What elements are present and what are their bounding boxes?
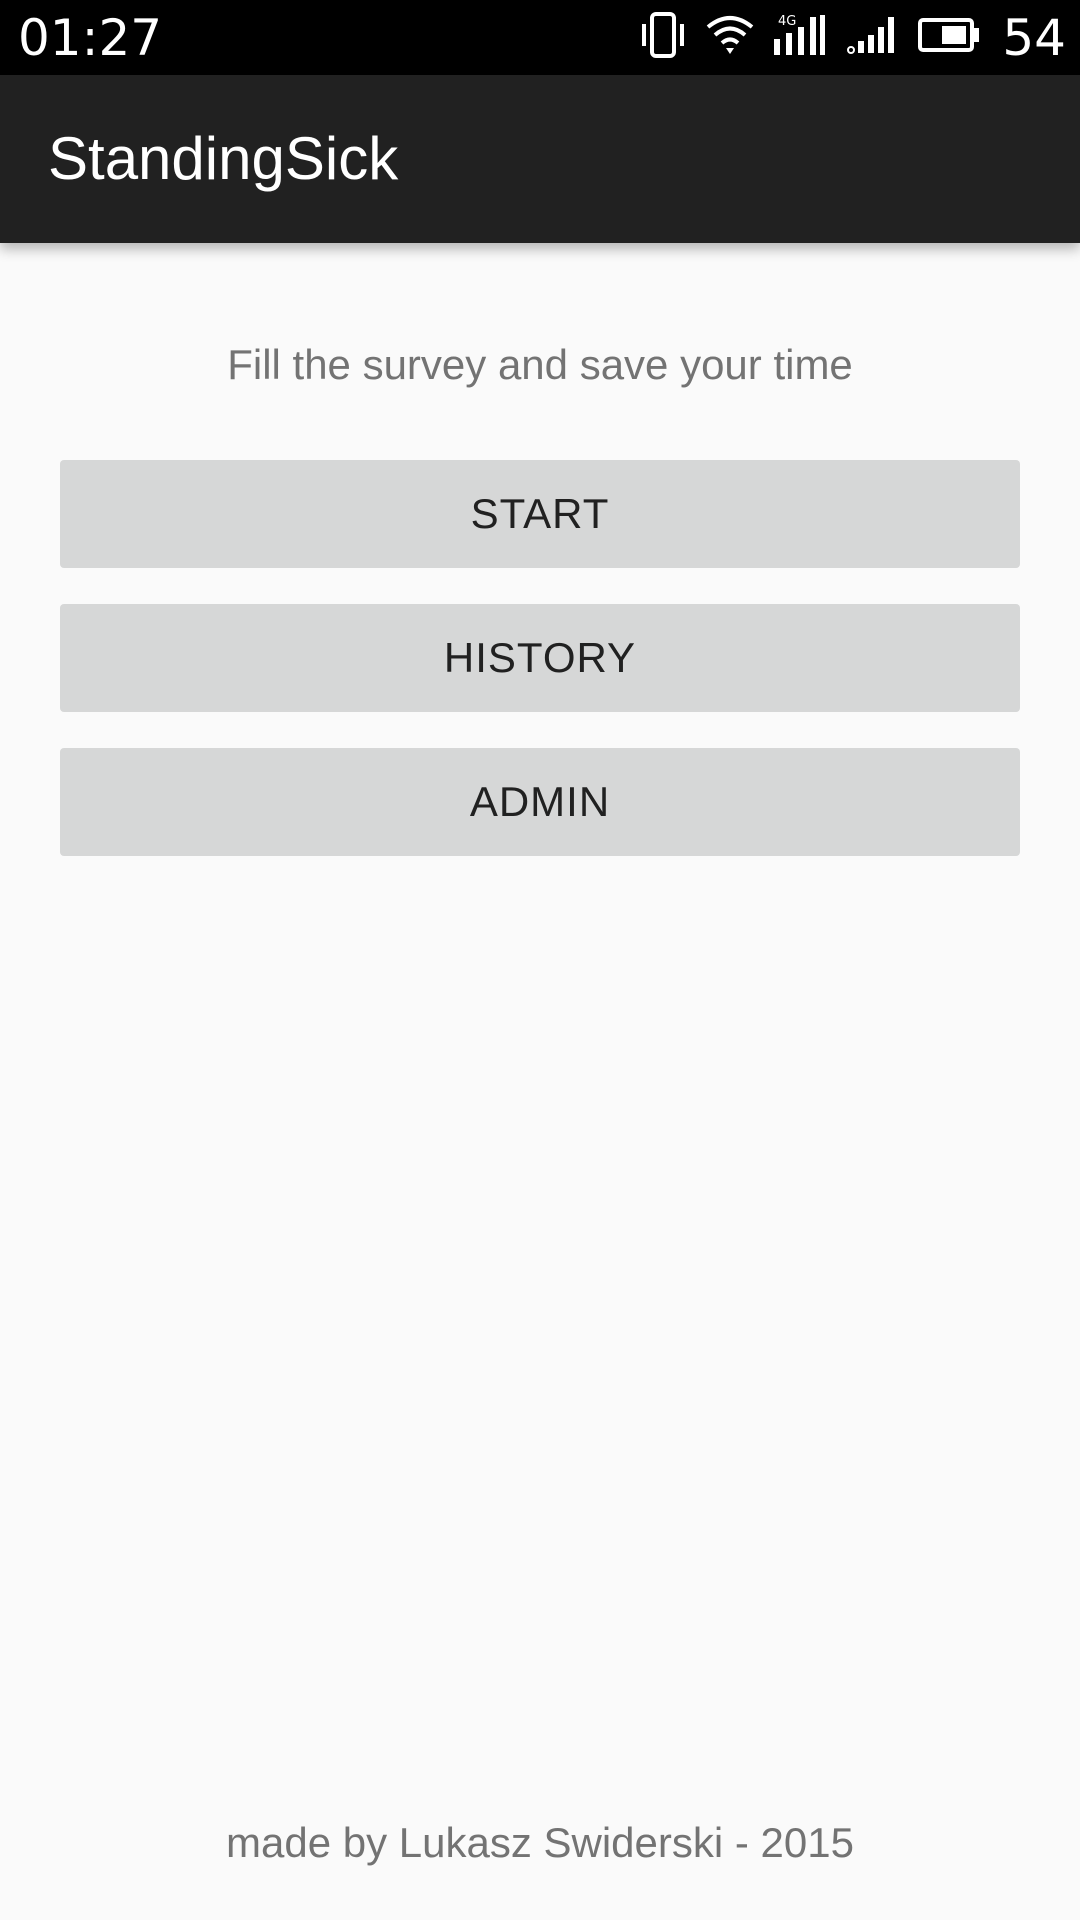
vibrate-icon bbox=[638, 12, 688, 63]
battery-icon bbox=[918, 18, 980, 57]
signal-icon bbox=[846, 15, 900, 60]
app-bar: StandingSick bbox=[0, 75, 1080, 243]
admin-button[interactable]: ADMIN bbox=[60, 748, 1020, 856]
app-title: StandingSick bbox=[48, 125, 399, 192]
app-screen: 01:27 4G 54 StandingSick Fill the survey… bbox=[0, 0, 1080, 1920]
history-button[interactable]: HISTORY bbox=[60, 604, 1020, 712]
author-footer: made by Lukasz Swiderski - 2015 bbox=[226, 1819, 854, 1866]
wifi-icon bbox=[706, 15, 754, 60]
network-type-label: 4G bbox=[778, 14, 796, 29]
status-icons: 4G 54 bbox=[620, 0, 1066, 75]
mobile-data-4g-icon: 4G bbox=[772, 13, 828, 62]
survey-subtitle: Fill the survey and save your time bbox=[227, 341, 853, 388]
battery-percentage: 54 bbox=[1002, 8, 1066, 67]
status-bar: 01:27 4G 54 bbox=[0, 0, 1080, 75]
start-button[interactable]: START bbox=[60, 460, 1020, 568]
status-time: 01:27 bbox=[18, 9, 163, 67]
